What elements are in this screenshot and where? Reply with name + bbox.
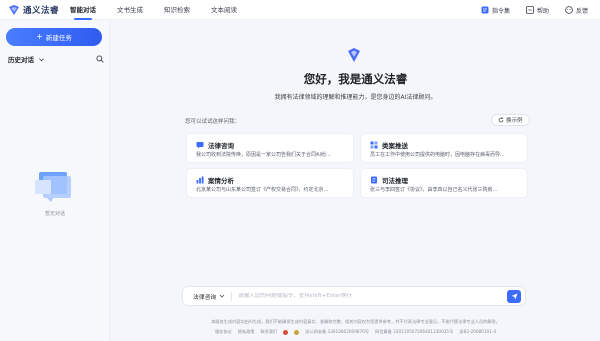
case-analysis-icon bbox=[196, 176, 204, 184]
contact-us-link[interactable]: 联系我们 bbox=[261, 329, 278, 335]
example-card-case-push[interactable]: 类案推送 员工在工作中使用公司提供的电脑时，因电脑存在病毒而导... bbox=[361, 134, 527, 162]
card-description: 张三与李四签订《协议》，由李四以自己名义代张三购房... bbox=[370, 187, 498, 193]
greeting-title: 您好，我是通义法睿 bbox=[303, 72, 408, 86]
app-logo[interactable]: 通义法睿 bbox=[8, 4, 60, 16]
chat-input-bar: 法律咨询 bbox=[182, 286, 526, 306]
footer-links: 服务协议 隐私政策 联系我们 浙公网安备 33010602009870号 网信算… bbox=[111, 329, 600, 335]
main-nav: 智能对话 文书生成 知识检索 文本阅读 bbox=[70, 0, 258, 20]
feedback-icon bbox=[565, 6, 573, 14]
card-description: 员工在工作中使用公司提供的电脑时，因电脑存在病毒而导... bbox=[370, 152, 505, 158]
card-title: 案情分析 bbox=[208, 177, 234, 185]
search-icon[interactable] bbox=[96, 55, 104, 63]
police-badge-icon bbox=[283, 329, 289, 335]
mode-select-value: 法律咨询 bbox=[193, 294, 217, 301]
example-card-legal-consult[interactable]: 法律咨询 我公司收到法院传唤，原因是一家公司告我们关于合同纠纷... bbox=[187, 134, 353, 162]
top-bar: 通义法睿 智能对话 文书生成 知识检索 文本阅读 指令集 帮助 反馈 bbox=[0, 0, 600, 20]
icp-license[interactable]: 浙B2-20080101-4 bbox=[459, 329, 496, 335]
tab-knowledge-search[interactable]: 知识检索 bbox=[164, 0, 190, 20]
example-card-judicial-reasoning[interactable]: 司法推理 张三与李四签订《协议》，由李四以自己名义代张三购房... bbox=[361, 169, 527, 197]
greeting-subtitle: 我拥有法律领域的理解和推理能力，是您身边的AI法律顾问。 bbox=[274, 94, 437, 101]
command-set-link[interactable]: 指令集 bbox=[481, 6, 510, 15]
card-title: 法律咨询 bbox=[208, 142, 234, 150]
algorithm-filing[interactable]: 网信算备 330110507206401230035号 bbox=[375, 329, 453, 335]
command-set-label: 指令集 bbox=[491, 7, 510, 15]
send-button[interactable] bbox=[507, 290, 521, 303]
tab-text-reading[interactable]: 文本阅读 bbox=[211, 0, 237, 20]
judicial-reasoning-icon bbox=[371, 176, 377, 184]
legal-consult-icon bbox=[196, 142, 204, 149]
tab-smart-chat[interactable]: 智能对话 bbox=[70, 0, 96, 20]
example-card-case-analysis[interactable]: 案情分析 北京某公司与山东某公司签订《产权交易合同》，约定北京... bbox=[187, 169, 353, 197]
tab-document-generation[interactable]: 文书生成 bbox=[117, 0, 143, 20]
service-agreement-link[interactable]: 服务协议 bbox=[215, 329, 232, 335]
case-push-icon bbox=[370, 141, 378, 149]
card-description: 我公司收到法院传唤，原因是一家公司告我们关于合同纠纷... bbox=[196, 152, 331, 158]
help-link[interactable]: 帮助 bbox=[526, 6, 549, 15]
history-label: 历史对话 bbox=[8, 56, 34, 64]
new-task-label: 新建任务 bbox=[45, 34, 72, 42]
mode-select[interactable]: 法律咨询 bbox=[183, 292, 231, 301]
new-task-button[interactable]: + 新建任务 bbox=[6, 28, 102, 46]
help-icon bbox=[526, 6, 534, 14]
assistant-logo-icon bbox=[348, 48, 360, 62]
top-actions: 指令集 帮助 反馈 bbox=[465, 0, 588, 20]
privacy-policy-link[interactable]: 隐私政策 bbox=[238, 329, 255, 335]
card-title: 类案推送 bbox=[382, 142, 408, 150]
feedback-link[interactable]: 反馈 bbox=[565, 6, 588, 15]
empty-chat-illustration bbox=[35, 172, 71, 202]
history-header: 历史对话 bbox=[8, 53, 104, 65]
send-icon bbox=[511, 293, 517, 300]
question-input[interactable] bbox=[238, 293, 489, 299]
sidebar: + 新建任务 历史对话 暂无对话 «| bbox=[0, 20, 110, 341]
feedback-label: 反馈 bbox=[575, 7, 588, 15]
chevron-down-icon bbox=[219, 294, 225, 298]
card-title: 司法推理 bbox=[382, 177, 408, 185]
switch-examples-button[interactable]: 换示例 bbox=[491, 114, 530, 126]
refresh-icon bbox=[498, 117, 504, 123]
app-name: 通义法睿 bbox=[23, 5, 60, 16]
public-security-filing[interactable]: 浙公网安备 33010602009870号 bbox=[305, 329, 369, 335]
plus-icon: + bbox=[36, 32, 43, 41]
disclaimer-text: 本服务生成内容均由AI生成，我们不能确保生成内容真实、准确和完整，相关内容仅为您… bbox=[211, 319, 500, 324]
emblem-icon bbox=[294, 329, 300, 335]
divider bbox=[231, 291, 233, 301]
chevron-down-icon[interactable] bbox=[38, 56, 45, 63]
switch-examples-label: 换示例 bbox=[506, 118, 523, 124]
help-label: 帮助 bbox=[536, 7, 549, 15]
card-description: 北京某公司与山东某公司签订《产权交易合同》，约定北京... bbox=[196, 187, 329, 193]
logo-icon bbox=[9, 4, 19, 15]
main-content: 您好，我是通义法睿 我拥有法律领域的理解和推理能力，是您身边的AI法律顾问。 您… bbox=[111, 20, 600, 341]
command-set-icon bbox=[481, 6, 489, 14]
empty-history-text: 暂无对话 bbox=[44, 211, 65, 217]
examples-label: 您可以试试这样问我： bbox=[185, 119, 241, 125]
